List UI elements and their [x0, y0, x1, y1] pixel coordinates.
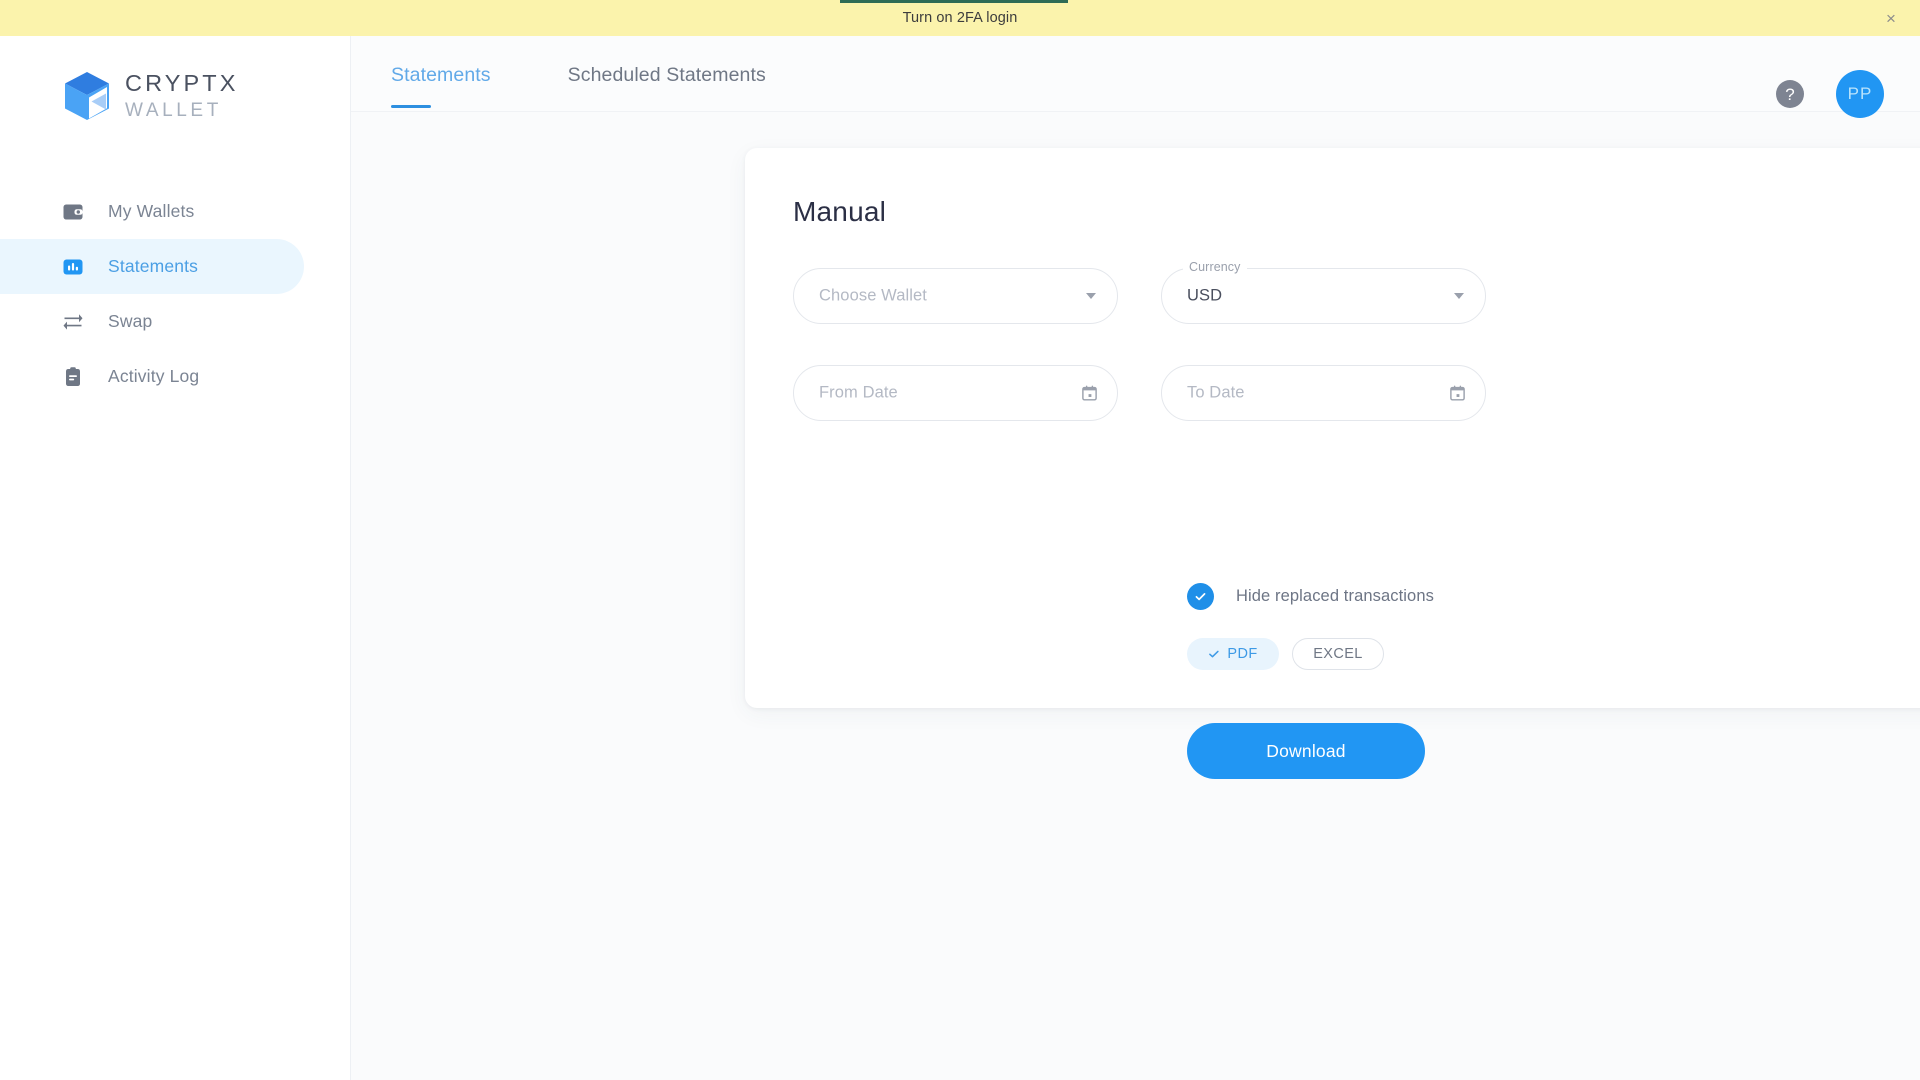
tab-bar: Statements Scheduled Statements	[391, 36, 766, 108]
download-button[interactable]: Download	[1187, 723, 1425, 779]
sidebar-nav: My Wallets Statements Swap Activity Log	[0, 184, 350, 404]
swap-arrows-icon	[62, 311, 84, 333]
help-icon[interactable]: ?	[1776, 80, 1804, 108]
form-row-1: Choose Wallet Currency USD	[793, 260, 1486, 324]
wallet-select-placeholder: Choose Wallet	[819, 286, 927, 305]
page-title: Manual	[793, 196, 887, 227]
tab-statements[interactable]: Statements	[391, 64, 491, 108]
calendar-icon[interactable]	[1081, 385, 1098, 402]
format-chip-label: PDF	[1227, 646, 1258, 662]
tab-scheduled-statements[interactable]: Scheduled Statements	[568, 64, 766, 108]
check-icon	[1195, 593, 1206, 601]
sidebar-item-activity-log[interactable]: Activity Log	[0, 349, 304, 404]
format-chip-excel[interactable]: EXCEL	[1292, 638, 1384, 670]
calendar-icon[interactable]	[1449, 385, 1466, 402]
notification-banner: Turn on 2FA login ×	[0, 0, 1920, 36]
format-chip-pdf[interactable]: PDF	[1187, 638, 1279, 670]
sidebar: CRYPTX WALLET My Wallets Statements Swap…	[0, 36, 351, 1080]
wallet-icon	[62, 201, 84, 223]
sidebar-item-label: Statements	[108, 256, 199, 276]
statement-form: Choose Wallet Currency USD From Date To …	[793, 260, 1486, 421]
brand-name: CRYPTX	[125, 70, 239, 97]
sidebar-item-label: Activity Log	[108, 366, 200, 386]
close-icon[interactable]: ×	[1880, 7, 1902, 29]
hide-replaced-transactions-checkbox[interactable]	[1187, 583, 1214, 610]
sidebar-item-label: Swap	[108, 311, 153, 331]
format-toggle-group: PDF EXCEL	[1187, 638, 1384, 670]
app-shell: CRYPTX WALLET My Wallets Statements Swap…	[0, 36, 1920, 1080]
cube-logo-icon	[62, 70, 112, 122]
top-bar: Statements Scheduled Statements ? PP	[351, 36, 1920, 118]
currency-select-value: USD	[1187, 286, 1223, 305]
format-chip-label: EXCEL	[1313, 646, 1363, 662]
check-icon	[1209, 650, 1220, 658]
to-date-placeholder: To Date	[1187, 383, 1245, 402]
sidebar-item-statements[interactable]: Statements	[0, 239, 304, 294]
brand-subtitle: WALLET	[125, 99, 222, 121]
hide-replaced-transactions-label: Hide replaced transactions	[1236, 587, 1434, 605]
form-row-2: From Date To Date	[793, 365, 1486, 421]
sidebar-item-label: My Wallets	[108, 201, 195, 221]
statements-card: Manual Choose Wallet Currency USD From D…	[745, 148, 1920, 779]
hide-replaced-transactions-row[interactable]: Hide replaced transactions	[1187, 583, 1434, 610]
to-date-input[interactable]: To Date	[1161, 365, 1486, 421]
wallet-select[interactable]: Choose Wallet	[793, 268, 1118, 324]
main-content: Statements Scheduled Statements ? PP Man…	[351, 36, 1920, 1080]
currency-select[interactable]: Currency USD	[1161, 260, 1486, 324]
avatar[interactable]: PP	[1836, 70, 1884, 118]
chevron-down-icon[interactable]	[1454, 293, 1464, 299]
sidebar-item-swap[interactable]: Swap	[0, 294, 304, 349]
from-date-input[interactable]: From Date	[793, 365, 1118, 421]
brand-logo[interactable]: CRYPTX WALLET	[0, 36, 350, 132]
currency-select-label: Currency	[1183, 260, 1247, 274]
from-date-placeholder: From Date	[819, 383, 898, 402]
banner-message: Turn on 2FA login	[902, 10, 1018, 26]
chevron-down-icon[interactable]	[1086, 293, 1096, 299]
top-bar-actions: ? PP	[1776, 70, 1884, 118]
clipboard-icon	[62, 366, 84, 388]
sidebar-item-my-wallets[interactable]: My Wallets	[0, 184, 304, 239]
bar-chart-icon	[62, 256, 84, 278]
page-load-progress-bar	[840, 0, 1068, 3]
